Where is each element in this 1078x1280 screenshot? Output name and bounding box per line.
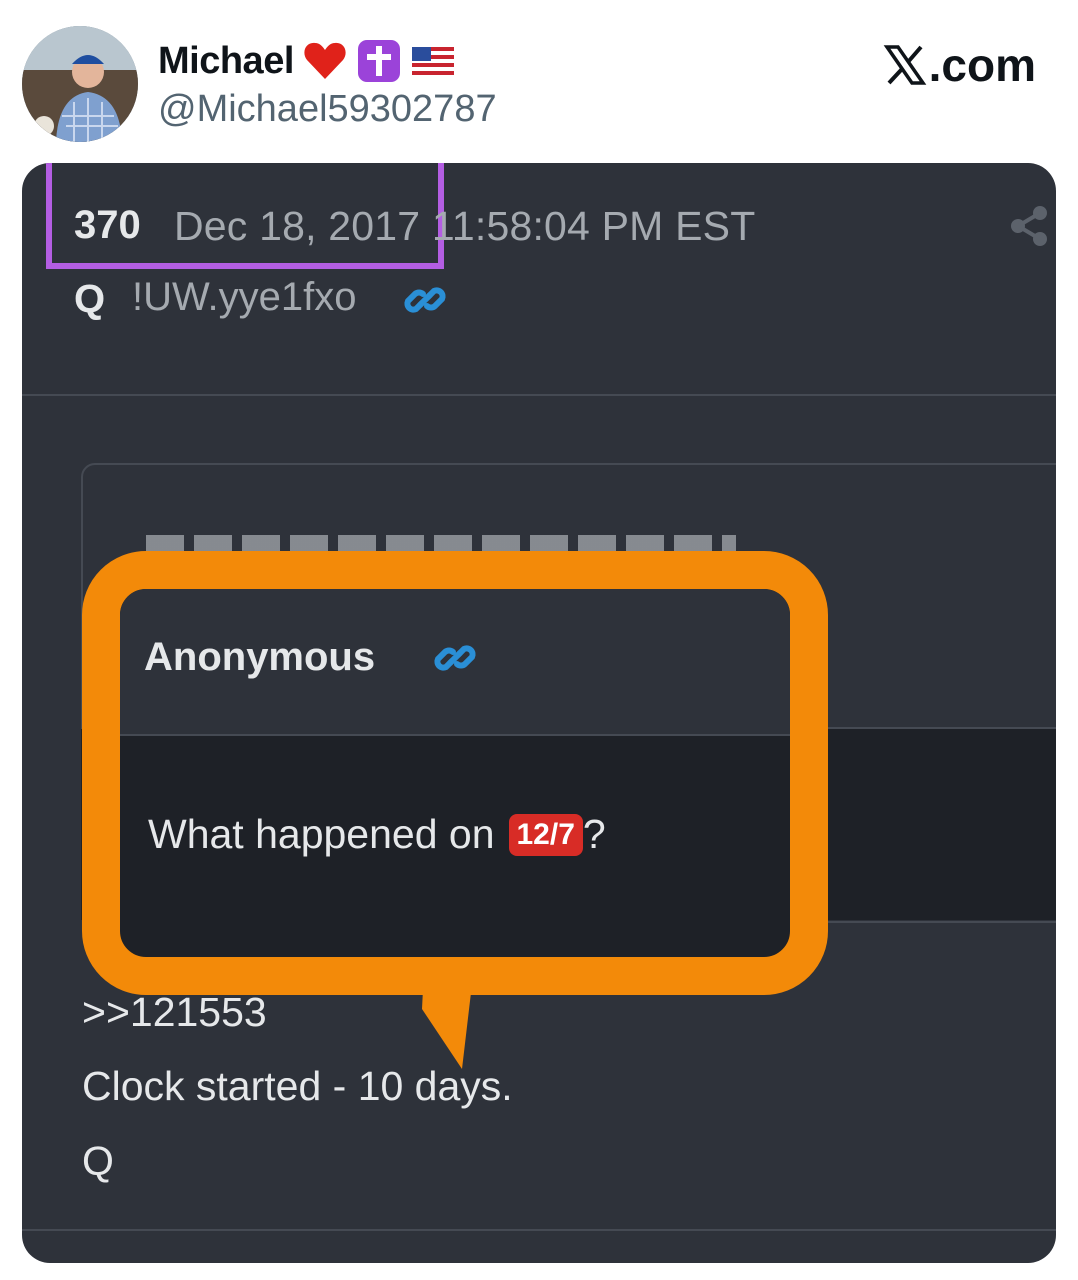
site-domain: .com xyxy=(928,39,1036,91)
divider xyxy=(22,1229,1056,1231)
post-timestamp: Dec 18, 2017 11:58:04 PM EST xyxy=(174,203,756,249)
quoted-question: What happened on 12/7 ? xyxy=(148,811,606,858)
link-icon[interactable] xyxy=(402,277,448,323)
post-signature: Q xyxy=(82,1138,114,1184)
us-flag-icon xyxy=(411,47,454,75)
share-icon[interactable] xyxy=(1008,205,1050,247)
avatar[interactable] xyxy=(22,26,138,142)
author-name-row: Michael xyxy=(158,36,456,86)
question-text: What happened on xyxy=(148,811,495,857)
author-handle[interactable]: @Michael59302787 xyxy=(158,88,497,131)
orange-callout-bubble: Anonymous What happened on 12/7 ? xyxy=(82,551,828,995)
embedded-post-screenshot: 370 Dec 18, 2017 11:58:04 PM EST Q !UW.y… xyxy=(22,163,1056,1263)
date-badge: 12/7 xyxy=(508,813,583,856)
quoted-author: Anonymous xyxy=(144,635,376,679)
x-com-watermark: .com xyxy=(883,38,1036,92)
red-heart-icon xyxy=(304,42,346,79)
author-name[interactable]: Michael xyxy=(158,40,294,83)
latin-cross-icon xyxy=(357,40,400,82)
x-logo-icon xyxy=(883,45,926,85)
question-mark: ? xyxy=(582,811,606,857)
post-body-line: Clock started - 10 days. xyxy=(82,1063,513,1109)
post-number: 370 xyxy=(74,203,141,247)
poster-name: Q xyxy=(74,277,106,321)
link-icon[interactable] xyxy=(432,635,478,681)
divider xyxy=(120,734,790,736)
reply-reference[interactable]: >>121553 xyxy=(82,989,267,1036)
profile-photo xyxy=(22,26,138,142)
tripcode: !UW.yye1fxo xyxy=(132,275,357,319)
divider xyxy=(22,394,1056,396)
